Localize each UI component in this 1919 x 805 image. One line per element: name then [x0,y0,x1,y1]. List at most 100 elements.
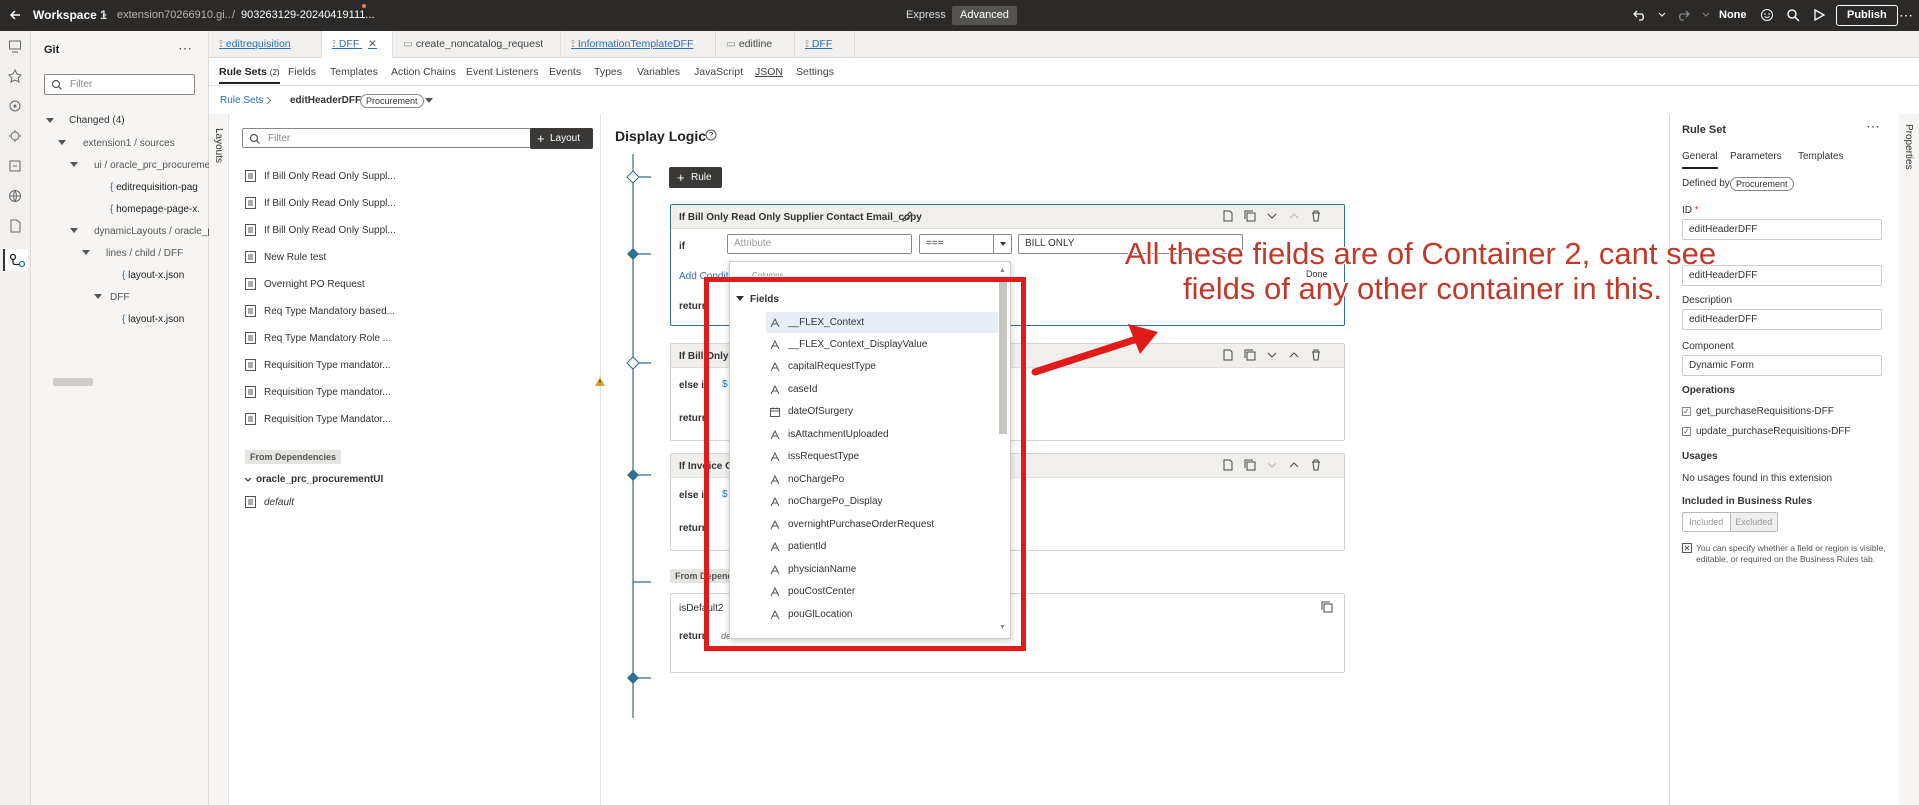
document-icon[interactable] [8,219,23,234]
tab-dff[interactable]: ⟟ DFF [795,31,855,58]
more-options-icon[interactable]: ⋯ [178,40,192,57]
source-control-icon[interactable] [3,249,28,271]
scrollbar-thumb[interactable] [53,378,93,386]
horizontal-scrollbar[interactable] [39,376,202,388]
subnav-json[interactable]: JSON [755,66,783,78]
chevron-down-icon[interactable] [244,477,252,483]
trash-icon[interactable] [1310,349,1322,361]
subnav-fields[interactable]: Fields [288,66,316,78]
mode-advanced-button[interactable]: Advanced [952,6,1017,25]
trash-icon[interactable] [1310,459,1322,471]
tab-editline[interactable]: ▭ editline [716,31,795,58]
resources-icon[interactable] [8,159,23,174]
subnav-action-chains[interactable]: Action Chains [391,66,456,78]
tab-dff-active[interactable]: ⟟ DFF ✕ [322,31,393,58]
repo-name[interactable]: extension70266910.gi... [117,9,234,21]
subnav-events[interactable]: Events [549,66,581,78]
list-item[interactable]: Requisition Type mandator... [245,386,391,398]
tab-editrequisition[interactable]: ⟟ editrequisition [209,31,322,58]
back-arrow-icon[interactable] [8,8,22,22]
tree-item[interactable]: lines / child / DFF [106,248,183,259]
publish-button[interactable]: Publish [1836,5,1898,26]
list-item[interactable]: If Bill Only Read Only Suppl... [245,170,396,182]
add-rule-button[interactable]: + Rule [669,167,722,188]
chevron-down-icon[interactable] [1658,12,1666,18]
warning-icon[interactable] [594,376,606,387]
subnav-types[interactable]: Types [594,66,622,78]
smiley-icon[interactable] [1760,8,1774,22]
operation-checkbox[interactable]: ✓ [1682,407,1691,416]
caret-down-icon[interactable] [82,250,90,256]
component-field[interactable]: Dynamic Form [1682,355,1882,376]
actions-icon[interactable] [8,69,23,84]
rule-filter-input[interactable]: Filter [242,128,535,148]
search-icon[interactable] [1786,8,1800,22]
list-item[interactable]: Requisition Type Mandator... [245,413,391,425]
operation-checkbox[interactable]: ✓ [1682,427,1691,436]
attribute-input[interactable]: Attribute [727,234,912,254]
document-icon[interactable] [1222,349,1234,361]
subnav-settings[interactable]: Settings [796,66,834,78]
help-icon[interactable] [705,129,717,141]
tab-parameters[interactable]: Parameters [1730,151,1782,162]
scroll-up-icon[interactable]: ▲ [999,267,1006,274]
pages-icon[interactable] [8,39,23,54]
tree-item[interactable]: dynamicLayouts / oracle_p [94,226,209,237]
chevron-down-icon[interactable] [1266,210,1278,222]
close-icon[interactable]: ✕ [368,38,377,50]
layout-button[interactable]: + Layout [530,128,593,149]
caret-down-icon[interactable] [993,235,1011,253]
list-item[interactable]: New Rule test [245,251,326,263]
list-item[interactable]: Req Type Mandatory Role ... [245,332,391,344]
list-item[interactable]: Req Type Mandatory based... [245,305,395,317]
caret-down-icon[interactable] [94,294,102,300]
chevron-up-icon[interactable] [1288,459,1300,471]
workspace-name[interactable]: Workspace 1 [33,8,107,22]
caret-down-icon[interactable] [425,98,433,104]
subnav-rule-sets[interactable]: Rule Sets (2) [219,66,280,84]
list-item[interactable]: If Bill Only Read Only Suppl... [245,197,396,209]
document-icon[interactable] [1222,210,1234,222]
chevron-up-icon[interactable] [1288,349,1300,361]
dependency-group[interactable]: oracle_prc_procurementUI [256,474,383,485]
document-icon[interactable] [1222,459,1234,471]
redo-icon[interactable] [1676,9,1690,21]
tree-item[interactable]: { homepage-page-x. [110,204,209,215]
subnav-variables[interactable]: Variables [637,66,680,78]
tree-item[interactable]: extension1 / sources [83,138,175,149]
chevron-up-icon[interactable] [1288,210,1300,222]
tab-create-noncatalog-request[interactable]: ▭ create_noncatalog_request [393,31,561,58]
play-icon[interactable] [1812,8,1826,22]
excluded-option[interactable]: Excluded [1730,513,1777,531]
list-item[interactable]: default [245,496,294,508]
caret-down-icon[interactable] [70,228,78,234]
caret-down-icon[interactable] [46,118,54,124]
edit-pencil-icon[interactable] [902,211,913,222]
list-item[interactable]: If Bill Only Read Only Suppl... [245,224,396,236]
copy-icon[interactable] [1244,210,1256,222]
git-filter-input[interactable]: Filter [44,74,195,95]
copy-icon[interactable] [1244,459,1256,471]
caret-down-icon[interactable] [70,162,78,168]
properties-side-tab[interactable]: Properties [1899,114,1919,805]
chevron-down-icon[interactable] [1702,12,1710,18]
globe-icon[interactable] [8,189,23,204]
list-item[interactable]: Overnight PO Request [245,278,365,290]
trash-icon[interactable] [1310,210,1322,222]
tree-item[interactable]: { editrequisition-pag [110,182,209,193]
caret-down-icon[interactable] [58,140,66,146]
subnav-templates[interactable]: Templates [330,66,378,78]
breadcrumb-rule-sets[interactable]: Rule Sets [220,95,263,106]
changed-group[interactable]: Changed (4) [69,115,125,126]
tree-item[interactable]: ui / oracle_prc_procuremen [94,160,209,171]
tab-general[interactable]: General [1682,151,1718,169]
settings-icon[interactable] [8,129,23,144]
operator-select[interactable]: === [919,234,1012,254]
chevron-down-icon[interactable] [1266,459,1278,471]
list-item[interactable]: Requisition Type mandator... [245,359,391,371]
included-option[interactable]: Included [1683,513,1731,531]
more-options-icon[interactable]: ⋯ [1899,7,1914,24]
mode-express-button[interactable]: Express [898,6,954,25]
copy-icon[interactable] [1244,349,1256,361]
undo-icon[interactable] [1633,9,1647,21]
